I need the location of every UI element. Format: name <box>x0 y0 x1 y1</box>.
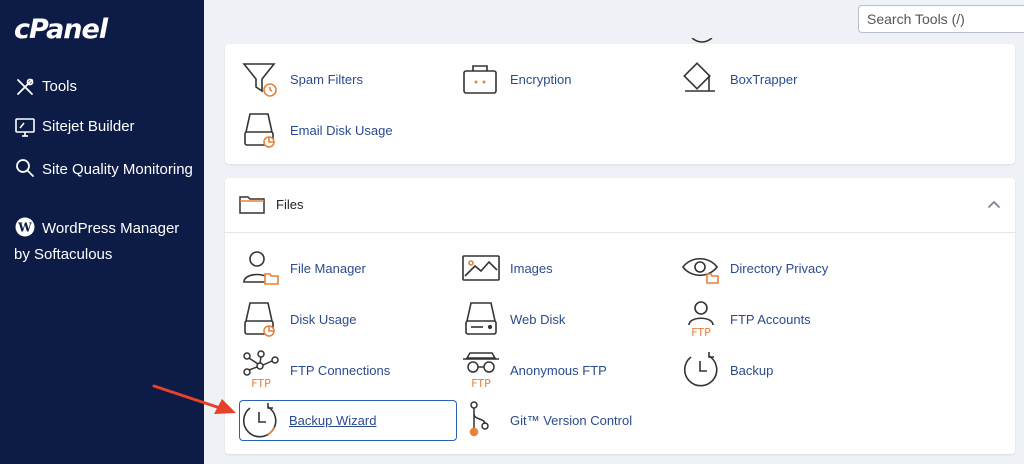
tool-label: File Manager <box>290 260 366 276</box>
tool-git-version-control[interactable]: Git™ Version Control <box>461 400 632 440</box>
tool-ftp-connections[interactable]: FTP FTP Connections <box>241 350 390 390</box>
tool-directory-privacy[interactable]: Directory Privacy <box>681 248 828 288</box>
tool-label: Web Disk <box>510 311 566 327</box>
lock-box-icon <box>463 65 497 94</box>
tool-label: Disk Usage <box>290 311 357 327</box>
sidebar-item-label-text: Site Quality Monitoring <box>42 161 193 178</box>
chevron-up-icon[interactable] <box>987 198 1001 212</box>
partial-icon <box>691 38 713 43</box>
tool-label: Backup <box>730 362 774 378</box>
ftp-network-icon: FTP <box>243 350 279 390</box>
sidebar-item-label: Site Quality Monitoring <box>14 155 193 183</box>
files-panel: Files File Manager Images Directory Priv… <box>225 178 1015 454</box>
tool-label: Backup Wizard <box>289 413 377 428</box>
tool-email-disk-usage[interactable]: Email Disk Usage <box>241 110 393 150</box>
user-folder-icon <box>243 251 279 285</box>
tool-label: Git™ Version Control <box>510 412 633 428</box>
sidebar-item-label-text: WordPress Manager by Softaculous <box>14 220 180 263</box>
clock-restore-icon <box>684 352 718 387</box>
tool-encryption[interactable]: Encryption <box>461 59 571 99</box>
magnifier-icon <box>16 159 34 177</box>
tool-anonymous-ftp[interactable]: FTP Anonymous FTP <box>461 350 607 390</box>
tool-ftp-accounts[interactable]: FTP FTP Accounts <box>681 299 811 339</box>
tool-label: FTP Accounts <box>730 311 811 327</box>
tool-backup[interactable]: Backup <box>681 350 773 390</box>
funnel-icon <box>242 63 277 97</box>
wordpress-icon: W <box>15 217 35 237</box>
clock-wand-icon <box>243 402 277 437</box>
folder-icon <box>239 196 265 214</box>
tool-label: FTP Connections <box>290 362 391 378</box>
sidebar-item-label: Tools <box>42 78 78 95</box>
tool-label: BoxTrapper <box>730 71 798 87</box>
sidebar-item-wordpress-manager[interactable]: W WordPress Manager by Softaculous <box>14 216 194 268</box>
tool-spam-filters[interactable]: Spam Filters <box>241 59 363 99</box>
ftp-user-icon: FTP <box>688 301 714 339</box>
search-tools-input[interactable] <box>858 5 1024 33</box>
sidebar-item-site-quality-monitoring[interactable]: Site Quality Monitoring <box>14 155 194 183</box>
cpanel-logo[interactable]: cPanel <box>14 14 108 45</box>
tool-web-disk[interactable]: Web Disk <box>461 299 565 339</box>
tool-backup-wizard[interactable]: Backup Wizard <box>239 400 457 441</box>
tool-images[interactable]: Images <box>461 248 553 288</box>
tool-label: Spam Filters <box>290 71 363 87</box>
annotation-arrow-icon <box>152 384 236 414</box>
tool-label: Images <box>510 260 553 276</box>
svg-text:W: W <box>17 221 32 235</box>
svg-text:FTP: FTP <box>471 377 491 390</box>
ftp-glasses-icon: FTP <box>463 352 499 390</box>
tool-file-manager[interactable]: File Manager <box>241 248 366 288</box>
monitor-icon <box>15 118 35 137</box>
tool-label: Email Disk Usage <box>290 122 393 138</box>
files-section-title: Files <box>276 197 304 212</box>
svg-text:FTP: FTP <box>691 326 711 339</box>
image-icon <box>462 255 500 281</box>
sidebar-item-label: Sitejet Builder <box>42 118 135 135</box>
svg-text:FTP: FTP <box>251 377 271 390</box>
git-branch-icon <box>469 401 489 437</box>
disk-pie-icon <box>244 113 275 148</box>
tools-icon <box>17 78 34 95</box>
eye-folder-icon <box>682 257 719 284</box>
sidebar-item-tools[interactable]: Tools <box>14 74 194 100</box>
sidebar-item-label: W WordPress Manager by Softaculous <box>14 216 194 268</box>
files-panel-header[interactable]: Files <box>225 178 1015 233</box>
tool-disk-usage[interactable]: Disk Usage <box>241 299 356 339</box>
sidebar-item-sitejet-builder[interactable]: Sitejet Builder <box>14 114 194 140</box>
disk-pie-icon <box>244 302 275 337</box>
box-trap-icon <box>683 62 715 92</box>
tool-label: Encryption <box>510 71 572 87</box>
tool-label: Directory Privacy <box>730 260 829 276</box>
email-panel: Spam Filters Encryption BoxTrapper Email… <box>225 38 1015 164</box>
tool-label: Anonymous FTP <box>510 362 607 378</box>
tool-boxtrapper[interactable]: BoxTrapper <box>681 59 797 99</box>
hard-drive-icon <box>465 302 497 335</box>
